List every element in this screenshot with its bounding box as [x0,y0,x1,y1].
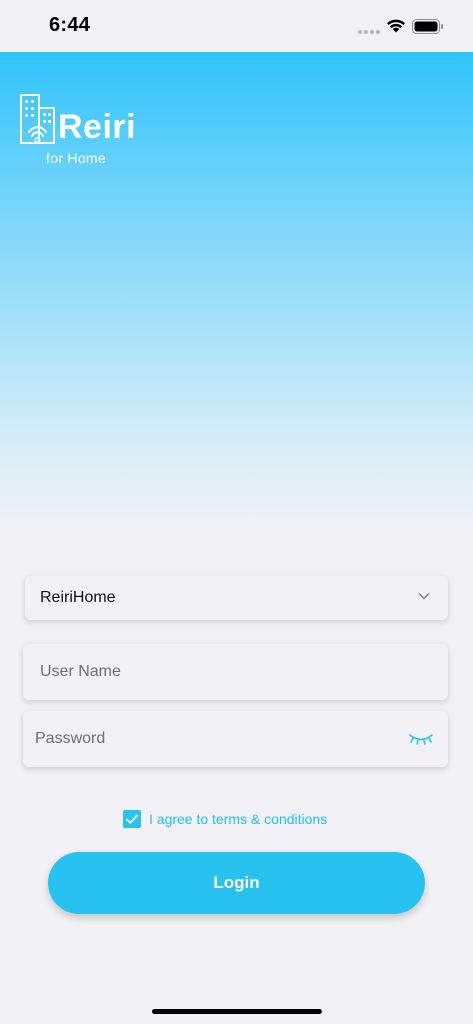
chevron-down-icon [418,593,430,600]
signal-dots-icon [358,30,380,34]
eye-closed-icon[interactable] [408,732,434,746]
status-bar: 6:44 [0,0,473,52]
terms-checkbox[interactable] [123,810,141,828]
password-field[interactable]: Password [23,711,448,767]
wifi-icon [387,19,405,33]
building-wifi-icon [20,94,55,144]
login-screen: 6:44 Reiri for Home ReiriHome User Name … [0,0,473,1024]
status-time: 6:44 [49,14,91,36]
username-field[interactable]: User Name [23,644,448,700]
logo-subtitle: for Home [46,150,106,166]
terms-agreement[interactable]: I agree to terms & conditions [123,810,327,828]
app-logo: Reiri for Home [20,94,160,174]
home-indicator[interactable] [152,1009,322,1014]
password-placeholder: Password [35,730,106,747]
username-placeholder: User Name [40,663,121,680]
battery-icon [412,19,443,34]
terms-label[interactable]: I agree to terms & conditions [149,811,327,827]
logo-wordmark: Reiri [58,108,137,146]
checkmark-icon [125,814,139,825]
site-select-dropdown[interactable]: ReiriHome [25,576,448,620]
site-select-value: ReiriHome [40,589,116,606]
login-button[interactable]: Login [48,852,425,914]
